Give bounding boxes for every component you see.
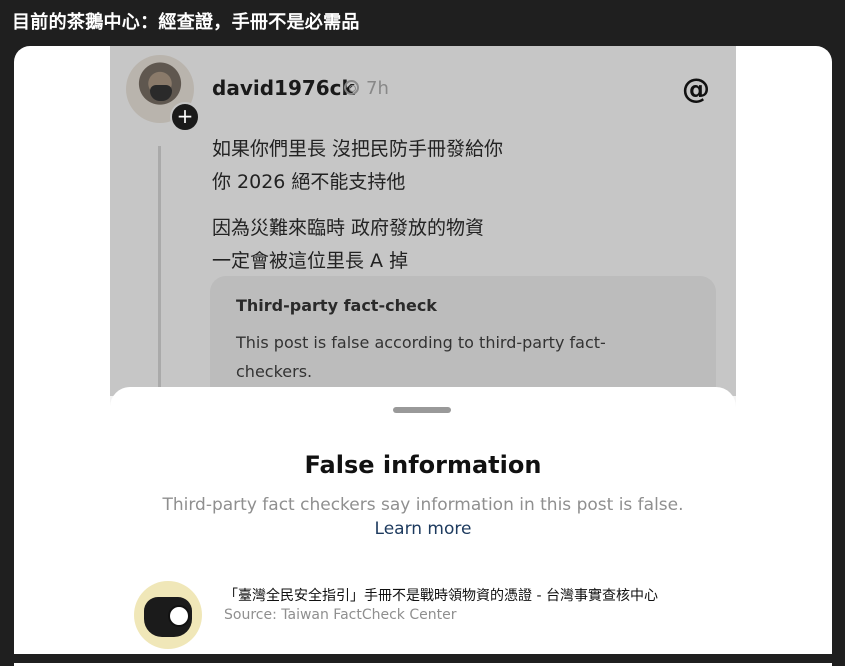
false-information-sheet: False information Third-party fact check… (110, 387, 736, 656)
post-line-4: 一定會被這位里長 A 掉 (212, 250, 409, 272)
post-line-2: 你 2026 絕不能支持他 (212, 171, 406, 193)
caption-text: 目前的茶鵝中心：經查證，手冊不是必需品 (12, 12, 360, 33)
bottom-bar (0, 654, 845, 663)
sheet-subtitle: Third-party fact checkers say informatio… (162, 495, 684, 515)
username[interactable]: david1976ck (212, 76, 355, 100)
post-area: + david1976ck 7h @ 如果你們里長 沒把民防手冊發給你 你 20… (110, 46, 736, 406)
sheet-title: False information (304, 451, 542, 479)
embedded-screenshot-card: + david1976ck 7h @ 如果你們里長 沒把民防手冊發給你 你 20… (14, 46, 832, 666)
fact-check-center-logo (134, 581, 202, 649)
threads-screenshot: + david1976ck 7h @ 如果你們里長 沒把民防手冊發給你 你 20… (110, 46, 736, 656)
source-name: Source: Taiwan FactCheck Center (224, 607, 457, 623)
post-time: 7h (366, 78, 389, 99)
avatar-mask (150, 85, 172, 101)
learn-more-link[interactable]: Learn more (110, 519, 736, 539)
fact-check-title: Third-party fact-check (236, 296, 437, 315)
follow-plus-icon[interactable]: + (170, 102, 200, 132)
source-article-title[interactable]: 「臺灣全民安全指引」手冊不是戰時領物資的憑證 - 台灣事實查核中心 (224, 585, 658, 605)
thread-line (158, 146, 161, 391)
post-line-3: 因為災難來臨時 政府發放的物資 (212, 217, 485, 239)
verified-icon (344, 80, 359, 95)
magnifier-icon (168, 605, 190, 627)
drag-handle[interactable] (393, 407, 451, 413)
fact-check-body: This post is false according to third-pa… (236, 333, 606, 381)
threads-logo-icon[interactable]: @ (682, 72, 710, 105)
post-line-1: 如果你們里長 沒把民防手冊發給你 (212, 138, 504, 160)
